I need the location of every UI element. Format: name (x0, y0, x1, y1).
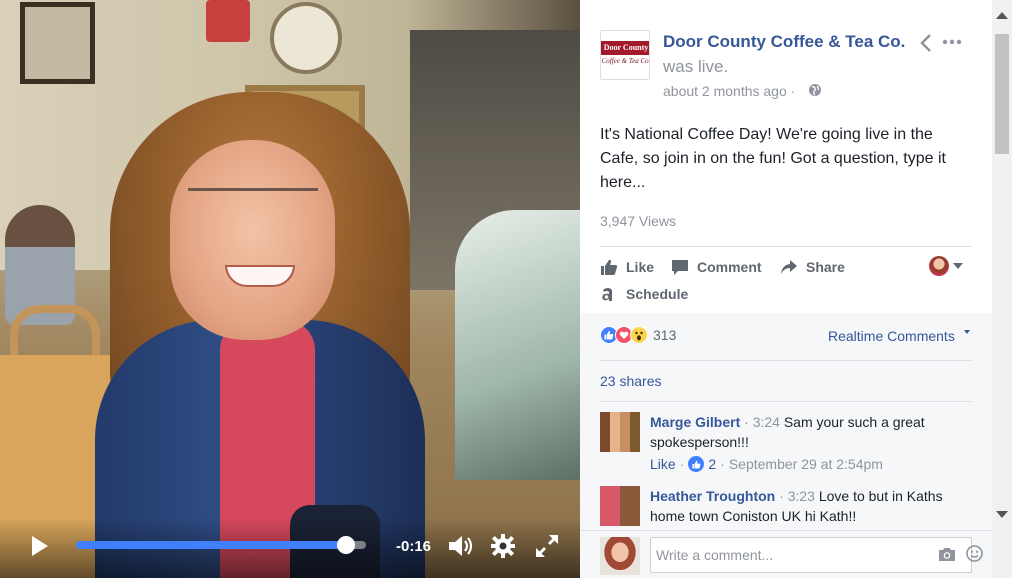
page-name-link[interactable]: Door County Coffee & Tea Co. (663, 32, 905, 52)
video-progress-bar[interactable] (76, 536, 366, 554)
post-timestamp-text[interactable]: about 2 months ago (663, 83, 787, 99)
gear-icon[interactable] (490, 533, 516, 559)
post-message: It's National Coffee Day! We're going li… (600, 126, 946, 191)
scrollbar-thumb[interactable] (995, 34, 1009, 154)
divider (600, 401, 972, 402)
comment-button[interactable]: Comment (671, 257, 762, 277)
video-presenter-smile (225, 265, 295, 287)
caret-down-icon[interactable] (964, 330, 970, 334)
comment-video-time[interactable]: · 3:23 (779, 488, 815, 504)
timestamp-separator: · (790, 83, 796, 99)
comment-video-time-value[interactable]: 3:24 (753, 414, 780, 430)
comment-label: Comment (697, 259, 762, 275)
globe-icon (808, 83, 822, 97)
camera-icon[interactable] (938, 546, 956, 562)
video-red-sign (206, 0, 250, 42)
thumbs-up-icon (601, 259, 618, 275)
emoji-icon[interactable] (966, 545, 983, 562)
divider (600, 246, 972, 247)
scroll-down-arrow-icon[interactable] (996, 511, 1008, 518)
share-icon (781, 260, 797, 274)
comment-icon (672, 260, 688, 275)
fullscreen-icon[interactable] (534, 533, 560, 559)
more-options-icon[interactable] (942, 34, 962, 50)
video-wall-picture (20, 2, 95, 84)
play-icon[interactable] (30, 534, 50, 558)
like-button[interactable]: Like (600, 257, 654, 277)
commenter-name[interactable]: Marge Gilbert (650, 414, 740, 430)
reactor-avatar[interactable] (929, 256, 949, 276)
like-label: Like (626, 259, 655, 275)
comment-like-count[interactable]: 2 (708, 454, 716, 474)
meta-separator: · (679, 456, 685, 472)
caret-down-icon[interactable] (953, 263, 963, 269)
video-progress-fill (76, 541, 346, 549)
logo-text-top: Door County (601, 41, 649, 55)
page-logo[interactable]: Door County Coffee & Tea Co. (600, 30, 650, 80)
video-display-case (455, 210, 580, 480)
current-user-avatar[interactable] (600, 537, 640, 575)
comment-body: Heather Troughton · 3:23 Love to but in … (650, 486, 972, 526)
video-presenter-glasses (188, 188, 318, 220)
commenter-avatar[interactable] (600, 486, 640, 526)
meta-separator: · (720, 456, 725, 472)
like-bubble-icon (688, 456, 705, 472)
post-panel: Door County Coffee & Tea Co. Door County… (580, 0, 992, 578)
schedule-button[interactable]: Schedule (600, 284, 688, 304)
video-presenter-face (170, 140, 335, 340)
live-video-player[interactable]: -0:16 (0, 0, 580, 578)
commenter-avatar[interactable] (600, 412, 640, 452)
view-count: 3,947 Views (600, 213, 677, 229)
comment-like-link[interactable]: Like (650, 454, 676, 474)
share-button[interactable]: Share (780, 257, 845, 277)
reactions-summary[interactable]: 313 (600, 326, 676, 344)
comment-video-time-value[interactable]: 3:23 (788, 488, 815, 504)
comment-meta: Like · 2 · September 29 at 2:54pm (650, 454, 972, 474)
post-timestamp[interactable]: about 2 months ago · (663, 83, 795, 99)
logo-text-script: Coffee & Tea Co. (601, 57, 650, 65)
schedule-icon (602, 288, 612, 301)
reaction-count: 313 (653, 327, 677, 343)
comment-body: Marge Gilbert · 3:24 Sam your such a gre… (650, 412, 972, 474)
comment-date[interactable]: September 29 at 2:54pm (729, 454, 883, 474)
share-label: Share (806, 259, 845, 275)
video-wall-clock (270, 2, 342, 74)
video-time-remaining: -0:16 (396, 538, 432, 555)
chevron-left-icon[interactable] (918, 33, 934, 53)
comment-input[interactable] (650, 537, 972, 573)
wow-reaction-icon (630, 326, 648, 344)
schedule-label: Schedule (626, 286, 689, 302)
volume-icon[interactable] (447, 533, 475, 559)
commenter-name[interactable]: Heather Troughton (650, 488, 775, 504)
divider (600, 360, 972, 361)
shares-link[interactable]: 23 shares (600, 373, 661, 389)
scroll-up-arrow-icon[interactable] (996, 12, 1008, 19)
video-scrubber-knob[interactable] (336, 536, 355, 554)
comment-video-time[interactable]: · 3:24 (744, 414, 780, 430)
realtime-comments-dropdown[interactable]: Realtime Comments (828, 328, 955, 344)
live-status-text: was live. (663, 57, 729, 76)
